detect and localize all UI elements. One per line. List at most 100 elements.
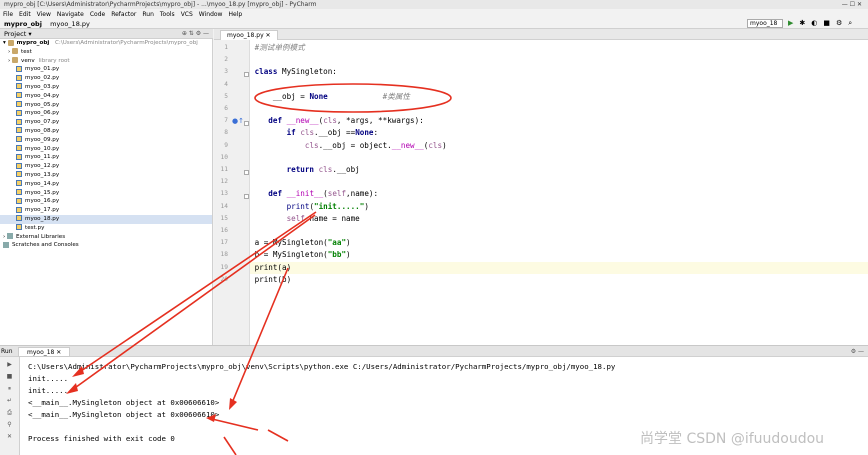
tree-file-label: myoo_05.py <box>25 101 60 108</box>
code-line-15: self.name = name <box>286 213 360 223</box>
python-file-icon <box>16 101 22 108</box>
fold-marker[interactable] <box>244 121 249 126</box>
python-file-icon <box>16 74 22 81</box>
python-file-icon <box>16 118 22 125</box>
tree-file[interactable]: myoo_09.py <box>0 136 212 145</box>
tree-file[interactable]: myoo_10.py <box>0 145 212 154</box>
line-number: 18 <box>220 251 228 259</box>
tree-file-label: myoo_15.py <box>25 189 60 196</box>
window-controls[interactable]: — ☐ ✕ <box>842 0 862 9</box>
coverage-icon[interactable]: ◐ <box>811 19 817 27</box>
code-line-9: cls.__obj = object.__new__(cls) <box>304 140 447 150</box>
tree-file[interactable]: myoo_01.py <box>0 65 212 74</box>
python-file-icon <box>16 153 22 160</box>
python-file-icon <box>16 189 22 196</box>
search-icon[interactable]: ⌕ <box>848 19 852 27</box>
run-icon[interactable]: ▶ <box>788 19 793 27</box>
stop-icon[interactable]: ■ <box>823 19 830 27</box>
breadcrumb-file[interactable]: myoo_18.py <box>50 20 90 28</box>
tree-folder-test[interactable]: › test <box>0 48 212 57</box>
tree-file-label: myoo_12.py <box>25 163 60 170</box>
code-line-1: #测试单例模式 <box>254 43 305 52</box>
tree-file[interactable]: myoo_06.py <box>0 109 212 118</box>
code-line-17: a = MySingleton("aa") <box>254 238 351 248</box>
tree-file[interactable]: test.py <box>0 224 212 233</box>
tree-external-libraries[interactable]: › External Libraries <box>0 233 212 242</box>
tree-folder-venv[interactable]: › venv library root <box>0 57 212 66</box>
tree-file-label: myoo_17.py <box>25 207 60 214</box>
run-tab[interactable]: myoo_18 ✕ <box>18 347 71 357</box>
tree-file[interactable]: myoo_07.py <box>0 118 212 127</box>
editor-tab[interactable]: myoo_18.py ✕ <box>220 30 278 40</box>
python-file-icon <box>16 215 22 222</box>
pin-icon[interactable]: ⚲ <box>5 421 15 429</box>
tree-file[interactable]: myoo_02.py <box>0 74 212 83</box>
toolbar-icons: ▶ ✱ ◐ ■ ⚙ ⌕ <box>788 19 858 29</box>
run-config-select[interactable]: myoo_18 <box>747 19 783 28</box>
library-icon <box>7 233 14 240</box>
project-tree: ▾ mypro_obj C:\Users\Administrator\Pycha… <box>0 39 213 345</box>
run-panel-label[interactable]: Run <box>1 347 13 357</box>
tree-file-label: test.py <box>25 224 45 231</box>
python-file-icon <box>16 92 22 99</box>
line-number: 4 <box>224 80 228 88</box>
line-number: 6 <box>224 105 228 112</box>
scratches-icon <box>3 241 9 248</box>
python-file-icon <box>16 65 22 72</box>
line-number: 9 <box>224 141 228 149</box>
code-editor[interactable]: #测试单例模式 class MySingleton: __obj = None … <box>250 40 868 345</box>
override-icon[interactable]: ●↑ <box>232 117 244 125</box>
tree-file[interactable]: myoo_14.py <box>0 180 212 189</box>
trash-icon[interactable]: ✕ <box>5 433 15 441</box>
tree-file[interactable]: myoo_04.py <box>0 92 212 101</box>
run-panel-header: Run myoo_18 ✕ ⚙ — <box>0 345 868 357</box>
settings-icon[interactable]: ⚙ <box>836 19 842 27</box>
tree-file[interactable]: myoo_03.py <box>0 83 212 92</box>
folder-icon <box>12 48 19 55</box>
wrap-icon[interactable]: ↵ <box>5 397 15 405</box>
python-file-icon <box>16 224 22 231</box>
project-panel-title[interactable]: Project <box>4 30 26 38</box>
watermark: 尚学堂 CSDN @ifuudoudou <box>640 431 825 447</box>
tree-file[interactable]: myoo_15.py <box>0 189 212 198</box>
tree-root[interactable]: ▾ mypro_obj C:\Users\Administrator\Pycha… <box>0 39 212 48</box>
debug-icon[interactable]: ✱ <box>799 19 805 27</box>
menu-bar: File Edit View Navigate Code Refactor Run Tools… <box>0 9 868 19</box>
tree-file[interactable]: myoo_08.py <box>0 127 212 136</box>
tree-file[interactable]: myoo_17.py <box>0 206 212 215</box>
code-line-20: print(b) <box>254 274 292 284</box>
tree-file[interactable]: myoo_12.py <box>0 162 212 171</box>
console-line: init..... <box>28 386 69 395</box>
project-panel-icons[interactable]: ⊕ ⇅ ⚙ — <box>182 29 209 39</box>
stop-icon[interactable]: ■ <box>5 373 15 381</box>
fold-marker[interactable] <box>244 170 249 175</box>
folder-icon <box>12 57 19 64</box>
tree-file-label: myoo_03.py <box>25 83 60 90</box>
tree-file[interactable]: myoo_11.py <box>0 153 212 162</box>
breadcrumb-project[interactable]: mypro_obj <box>4 20 42 28</box>
console-line: <__main__.MySingleton object at 0x006066… <box>28 398 220 407</box>
line-number: 19 <box>220 263 228 271</box>
tree-file[interactable]: myoo_13.py <box>0 171 212 180</box>
python-file-icon <box>16 197 22 204</box>
tree-file[interactable]: myoo_16.py <box>0 197 212 206</box>
fold-marker[interactable] <box>244 72 249 77</box>
navigation-bar: mypro_obj myoo_18.py <box>0 19 868 29</box>
tree-scratches[interactable]: Scratches and Consoles <box>0 241 212 250</box>
line-number: 15 <box>220 214 228 222</box>
code-line-8: if cls.__obj ==None: <box>286 128 379 138</box>
code-line-3: class MySingleton: <box>254 67 337 77</box>
tree-file[interactable]: myoo_18.py <box>0 214 212 224</box>
python-file-icon <box>16 136 22 143</box>
run-panel-icons[interactable]: ⚙ — <box>851 347 864 357</box>
tree-file[interactable]: myoo_05.py <box>0 101 212 110</box>
rerun-icon[interactable]: ▶ <box>5 361 15 369</box>
pause-icon[interactable]: ⏸ <box>5 385 15 393</box>
console-line: init..... <box>28 374 69 383</box>
python-file-icon <box>16 206 22 213</box>
python-file-icon <box>16 83 22 90</box>
python-file-icon <box>16 127 22 134</box>
python-file-icon <box>16 180 22 187</box>
fold-marker[interactable] <box>244 194 249 199</box>
print-icon[interactable]: ⎙ <box>5 409 15 417</box>
